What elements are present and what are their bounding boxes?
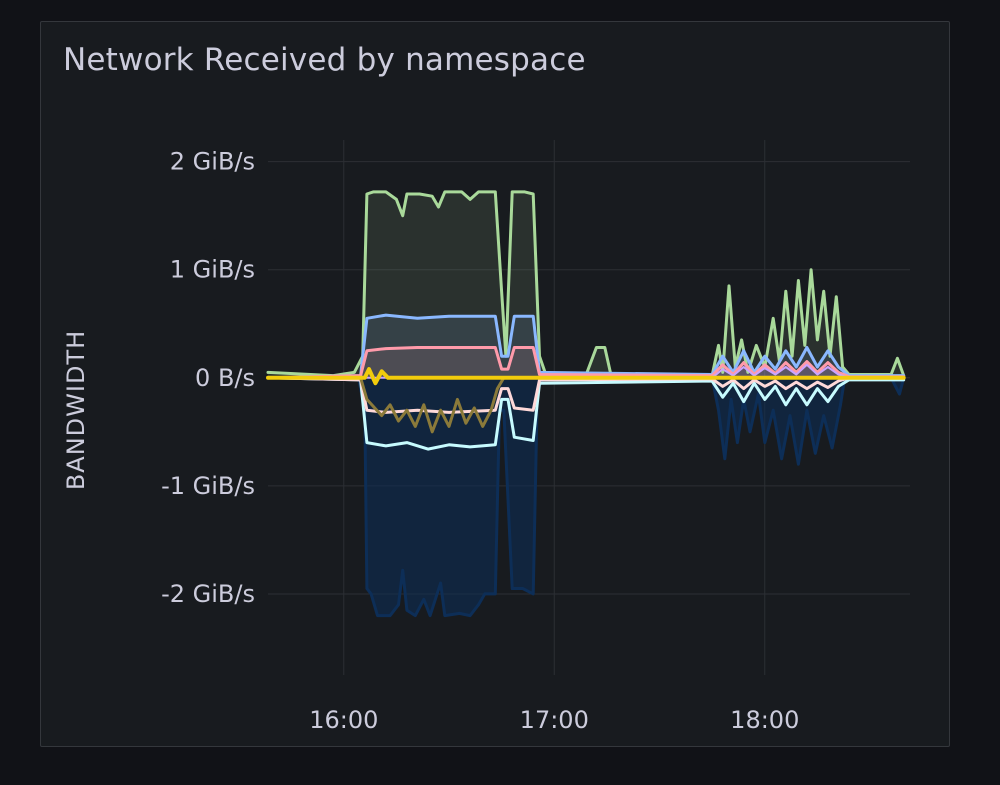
y-axis-title: BANDWIDTH <box>62 330 90 490</box>
y-tick-labels: 2 GiB/s 1 GiB/s 0 B/s -1 GiB/s -2 GiB/s <box>161 148 255 608</box>
y-tick-label: 0 B/s <box>195 364 255 392</box>
series-lines <box>266 190 906 618</box>
y-tick-label: 2 GiB/s <box>170 148 255 176</box>
x-tick-label: 18:00 <box>730 706 799 734</box>
y-tick-label: 1 GiB/s <box>170 256 255 284</box>
y-tick-label: -1 GiB/s <box>161 472 255 500</box>
x-tick-labels: 16:00 17:00 18:00 <box>309 706 799 734</box>
y-tick-label: -2 GiB/s <box>161 580 255 608</box>
line-chart: 2 GiB/s 1 GiB/s 0 B/s -1 GiB/s -2 GiB/s 16:0… <box>62 140 910 734</box>
x-tick-label: 17:00 <box>520 706 589 734</box>
x-tick-label: 16:00 <box>309 706 378 734</box>
